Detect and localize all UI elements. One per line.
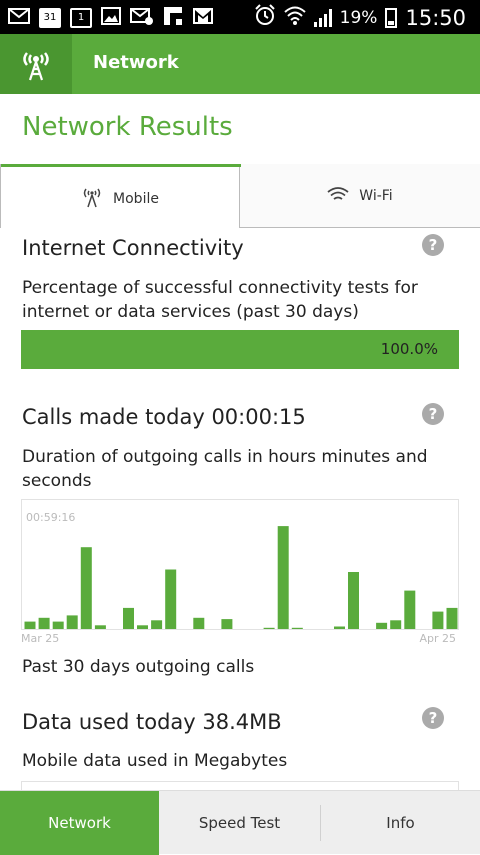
chart-bar	[376, 622, 388, 629]
tab-selected-indicator	[1, 164, 241, 167]
tab-mobile-label: Mobile	[113, 191, 159, 207]
app-title: Network	[93, 52, 179, 73]
chart-bar	[291, 627, 303, 629]
calls-title: Calls made today 00:00:15	[22, 405, 306, 429]
chart-bar	[24, 621, 36, 629]
connectivity-progress-bar: 100.0%	[21, 330, 459, 369]
internet-connectivity-description: Percentage of successful connectivity te…	[22, 278, 418, 322]
internet-connectivity-title: Internet Connectivity	[22, 236, 244, 260]
battery-icon	[385, 7, 398, 28]
chart-bars	[24, 526, 458, 629]
wifi-icon	[327, 186, 349, 206]
progress-value: 100.0%	[380, 340, 438, 358]
calls-caption: Past 30 days outgoing calls	[22, 657, 255, 677]
flipboard-icon	[163, 6, 183, 30]
alarm-icon	[254, 4, 276, 31]
chart-bar	[165, 569, 177, 629]
status-bar: 31 1 19% 15:50	[0, 0, 480, 34]
chart-bar	[390, 620, 402, 629]
wifi-icon	[284, 5, 306, 30]
nav-network[interactable]: Network	[0, 791, 159, 855]
tab-wifi-label: Wi-Fi	[359, 188, 393, 204]
clock: 15:50	[405, 5, 466, 30]
tab-wifi[interactable]: Wi-Fi	[240, 164, 480, 228]
chart-bar	[38, 617, 50, 629]
calls-chart: 00:59:16 Mar 25 Apr 25	[21, 499, 459, 646]
mail-off-icon	[130, 6, 154, 30]
chart-bar	[94, 625, 106, 629]
calendar-icon: 31	[39, 8, 61, 28]
chart-bar	[432, 611, 444, 629]
chart-bar	[137, 625, 148, 629]
bottom-nav: Network Speed Test Info	[0, 790, 480, 855]
chart-max-label: 00:59:16	[26, 511, 76, 524]
chart-bar	[263, 627, 275, 629]
chart-bar	[334, 626, 345, 629]
app-bar: Network	[0, 34, 480, 94]
mail-icon	[8, 7, 30, 29]
tab-mobile[interactable]: Mobile	[0, 164, 241, 228]
chart-bar	[446, 607, 458, 629]
chart-x-start-label: Mar 25	[21, 632, 60, 645]
calendar-icon: 1	[70, 8, 92, 28]
chart-bar	[123, 607, 134, 629]
chart-bar	[66, 615, 78, 629]
chart-bar	[277, 526, 289, 629]
chart-bar	[52, 621, 64, 629]
antenna-icon[interactable]	[0, 34, 72, 94]
chart-bar	[193, 617, 205, 629]
chart-bar	[348, 572, 359, 629]
battery-percent: 19%	[339, 7, 378, 28]
signal-icon	[313, 8, 332, 27]
chart-bar	[221, 619, 233, 629]
help-icon[interactable]: ?	[422, 707, 444, 729]
nav-info[interactable]: Info	[321, 791, 480, 855]
chart-bar	[404, 590, 416, 629]
chart-x-end-label: Apr 25	[419, 632, 456, 645]
chart-frame: 00:59:16	[21, 499, 459, 630]
cell-tower-icon	[81, 186, 103, 212]
result-tabs: Wi-Fi Mobile	[0, 164, 480, 228]
calls-description: Duration of outgoing calls in hours minu…	[22, 447, 428, 491]
data-used-title: Data used today 38.4MB	[22, 710, 282, 734]
help-icon[interactable]: ?	[422, 234, 444, 256]
chart-bar	[80, 547, 92, 629]
help-icon[interactable]: ?	[422, 403, 444, 425]
data-used-description: Mobile data used in Megabytes	[22, 751, 288, 771]
gmail-icon	[192, 7, 214, 29]
nav-speed-test[interactable]: Speed Test	[159, 791, 320, 855]
chart-bar	[151, 620, 163, 629]
page-title: Network Results	[22, 112, 233, 142]
image-icon	[101, 7, 121, 29]
